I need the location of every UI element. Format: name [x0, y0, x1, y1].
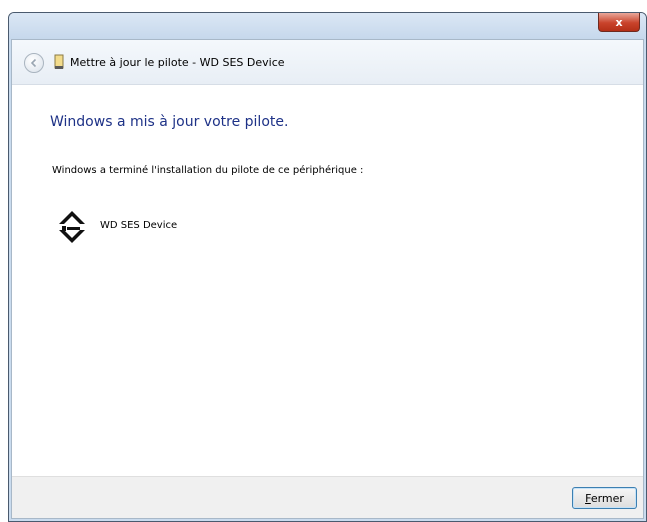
status-message: Windows a terminé l'installation du pilo…	[52, 165, 364, 176]
device-icon	[59, 211, 85, 243]
dialog-footer: Fermer	[12, 476, 643, 518]
back-button[interactable]	[24, 53, 44, 73]
close-icon: x	[615, 15, 623, 29]
device-name: WD SES Device	[100, 220, 178, 231]
title-bar[interactable]: x	[9, 13, 646, 39]
close-button[interactable]: Fermer	[572, 487, 637, 509]
driver-update-window: x Mettre à jour le pilote - WD SES Devic…	[8, 12, 647, 522]
dialog-header: Mettre à jour le pilote - WD SES Device	[12, 40, 643, 85]
window-close-button[interactable]: x	[598, 13, 640, 32]
page-heading: Windows a mis à jour votre pilote.	[50, 114, 289, 130]
dialog-client-area: Mettre à jour le pilote - WD SES Device …	[11, 39, 644, 519]
hardware-icon	[54, 54, 64, 69]
close-button-label: ermer	[590, 491, 624, 505]
dialog-title: Mettre à jour le pilote - WD SES Device	[70, 56, 285, 69]
back-arrow-icon	[30, 58, 37, 68]
